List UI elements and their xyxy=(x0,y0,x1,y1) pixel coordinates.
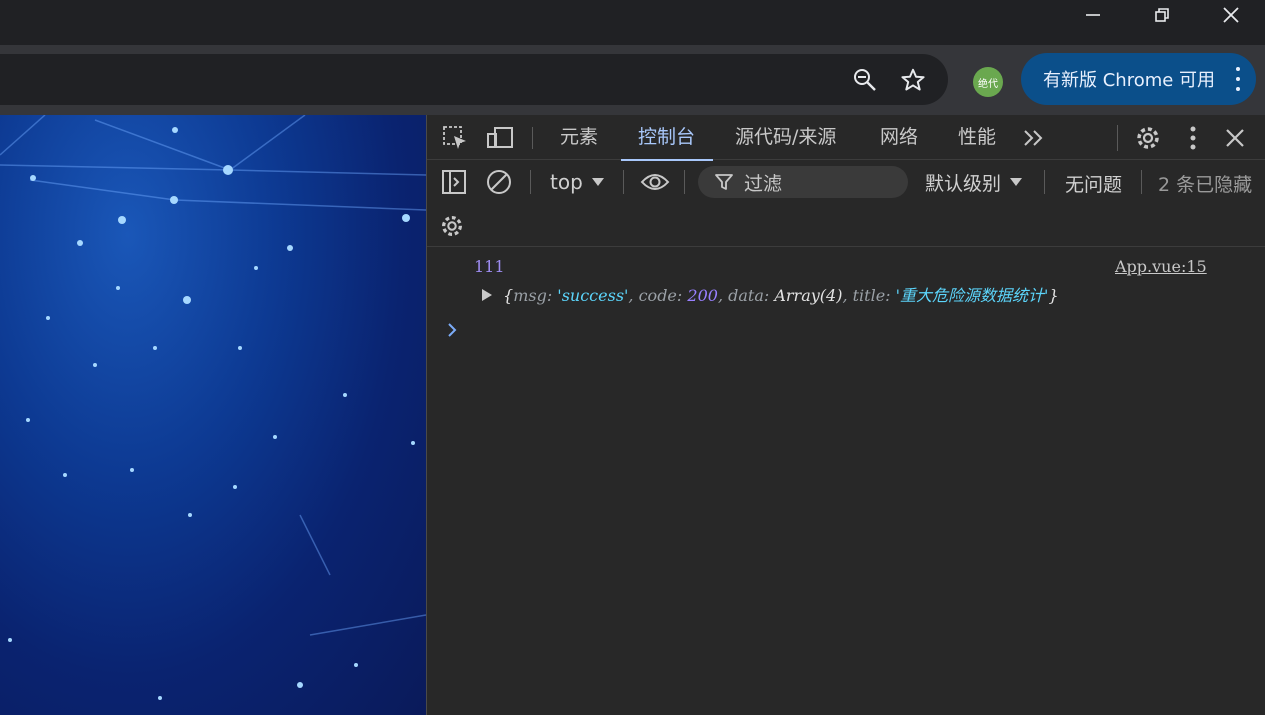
caret-down-icon xyxy=(1010,178,1023,186)
more-tabs-button[interactable] xyxy=(1021,126,1047,150)
log-level-label: 默认级别 xyxy=(925,172,1002,195)
chevron-double-right-icon xyxy=(1024,130,1043,146)
gear-icon xyxy=(442,216,462,236)
device-toolbar-button[interactable] xyxy=(485,124,515,152)
console-prompt[interactable] xyxy=(446,322,458,342)
close-devtools-button[interactable] xyxy=(1221,124,1249,152)
more-vert-icon xyxy=(1234,67,1242,91)
extension-badge-label: 绝代 xyxy=(978,78,998,90)
devtools-tabbar: 元素 控制台 源代码/来源 网络 性能 xyxy=(427,115,1265,161)
page-viewport xyxy=(0,115,426,715)
close-icon xyxy=(1226,129,1244,147)
block-icon xyxy=(487,170,511,194)
filter-placeholder: 过滤 xyxy=(744,172,783,195)
filter-input[interactable]: 过滤 xyxy=(698,166,908,198)
devtools-settings-button[interactable] xyxy=(1133,123,1163,153)
issues-counter[interactable]: 无问题 xyxy=(1065,170,1122,197)
window-titlebar xyxy=(0,0,1265,45)
toolbar-divider xyxy=(530,170,531,194)
console-object-entry[interactable]: {msg: 'success', code: 200, data: Array(… xyxy=(481,282,1059,306)
devtools-panel: 元素 控制台 源代码/来源 网络 性能 top 过滤 默认级别 无问题 2 条已… xyxy=(426,115,1265,715)
close-icon xyxy=(1223,7,1239,23)
restore-icon xyxy=(1155,8,1169,22)
devtools-more-button[interactable] xyxy=(1179,123,1207,153)
clear-console-button[interactable] xyxy=(485,168,513,196)
chrome-update-button[interactable]: 有新版 Chrome 可用 xyxy=(1021,53,1256,105)
address-bar[interactable] xyxy=(0,54,948,105)
console-output: 111 App.vue:15 {msg: 'success', code: 20… xyxy=(427,247,1265,715)
caret-down-icon xyxy=(591,178,604,186)
source-link[interactable]: App.vue:15 xyxy=(1115,257,1207,276)
filter-icon xyxy=(715,174,733,190)
minimize-button[interactable] xyxy=(1070,0,1116,30)
eye-icon xyxy=(640,174,670,190)
inspect-element-button[interactable] xyxy=(441,124,469,152)
console-toolbar: top 过滤 默认级别 无问题 2 条已隐藏 xyxy=(427,160,1265,247)
console-log-text: 111 xyxy=(474,257,505,276)
live-expression-button[interactable] xyxy=(639,168,671,196)
toolbar-divider xyxy=(623,170,624,194)
tab-sources[interactable]: 源代码/来源 xyxy=(735,115,836,160)
inspect-icon xyxy=(443,126,466,149)
toolbar-divider xyxy=(684,170,685,194)
log-level-selector[interactable]: 默认级别 xyxy=(925,166,1023,198)
gear-icon xyxy=(1137,127,1159,149)
hidden-messages-count: 2 条已隐藏 xyxy=(1158,174,1253,196)
more-vert-icon xyxy=(1190,126,1196,150)
toolbar-divider xyxy=(1117,125,1118,151)
browser-toolbar: 绝代 有新版 Chrome 可用 xyxy=(0,45,1265,115)
restore-button[interactable] xyxy=(1139,0,1185,30)
chevron-right-icon xyxy=(448,323,457,337)
bookmark-button[interactable] xyxy=(899,66,927,94)
minimize-icon xyxy=(1086,14,1100,16)
expand-triangle-icon xyxy=(482,289,492,301)
update-label: 有新版 Chrome 可用 xyxy=(1043,70,1216,91)
tab-elements[interactable]: 元素 xyxy=(560,115,598,160)
toolbar-divider xyxy=(532,127,533,149)
device-icon xyxy=(487,127,513,148)
zoom-button[interactable] xyxy=(851,66,879,94)
network-background-image xyxy=(0,115,426,700)
toolbar-divider xyxy=(1044,170,1045,194)
tab-performance[interactable]: 性能 xyxy=(958,115,996,160)
zoom-out-icon xyxy=(854,69,876,91)
context-label: top xyxy=(550,170,583,194)
show-sidebar-button[interactable] xyxy=(440,168,468,196)
sidebar-icon xyxy=(442,170,466,194)
toolbar-divider xyxy=(1141,170,1142,194)
star-icon xyxy=(901,68,925,91)
tab-console[interactable]: 控制台 xyxy=(620,115,714,161)
tab-network[interactable]: 网络 xyxy=(880,115,918,160)
extension-button[interactable]: 绝代 xyxy=(973,67,1003,97)
console-settings-button[interactable] xyxy=(437,211,467,241)
context-selector[interactable]: top xyxy=(550,166,605,198)
close-window-button[interactable] xyxy=(1208,0,1254,30)
